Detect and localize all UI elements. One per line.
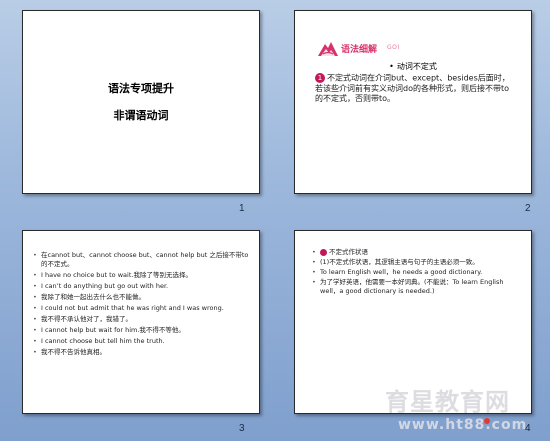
slide-thumbnail-2[interactable]: 语法细解 GOI • 动词不定式 1 不定式动词在介词but、except、besi… [294, 10, 532, 194]
watermark-dot-icon [484, 418, 490, 424]
section-logo: 语法细解 GOI [317, 39, 427, 61]
list-item: I could not but admit that he was right … [31, 304, 253, 313]
slide-2-subtitle-text: 动词不定式 [396, 62, 437, 71]
list-item: I have no choice but to wait.我除了等别无选择。 [31, 271, 253, 280]
list-item: 我不得不承认他对了，我错了。 [31, 315, 253, 324]
mountain-logo-icon [318, 42, 338, 56]
watermark-url: www.ht88.com [398, 417, 528, 433]
slide-4-bullet-list: 不定式作状语 (1)不定式作状语，其逻辑主语与句子的主语必须一致。 To lea… [311, 248, 521, 297]
bullet-icon: • [389, 62, 394, 71]
slide-1-title: 语法专项提升 [108, 82, 174, 95]
slide-3-bullet-list: 在cannot but、cannot choose but、cannot hel… [31, 251, 253, 359]
list-item: I can’t do anything but go out with her. [31, 282, 253, 291]
list-item: 为了学好英语，他需要一本好词典。(不能说：To learn English we… [311, 278, 521, 296]
slide-thumbnail-1[interactable]: 语法专项提升 非谓语动词 [22, 10, 260, 194]
slide-number-3: 3 [239, 423, 245, 434]
list-item: I cannot help but wait for him.我不得不等他。 [31, 326, 253, 335]
slide-number-1: 1 [239, 203, 245, 214]
list-item: 我除了和她一起出去什么也不能做。 [31, 293, 253, 302]
section-logo-text: 语法细解 [341, 45, 378, 55]
slide-1-subtitle: 非谓语动词 [113, 109, 169, 122]
list-item: I cannot choose but tell him the truth. [31, 337, 253, 346]
slide-2-body-text: 不定式动词在介词but、except、besides后面时，若该些介词前有实义动… [315, 73, 510, 103]
list-item: 在cannot but、cannot choose but、cannot hel… [31, 251, 253, 269]
list-item: 我不得不告诉他真相。 [31, 348, 253, 357]
numbered-pin-icon: 1 [315, 73, 325, 83]
list-item: 不定式作状语 [311, 248, 521, 257]
slide-2-body: 1 不定式动词在介词but、except、besides后面时，若该些介词前有实义… [315, 73, 515, 104]
slide-number-2: 2 [525, 203, 531, 214]
slide-2-subtitle: • 动词不定式 [295, 61, 531, 72]
list-item: (1)不定式作状语，其逻辑主语与句子的主语必须一致。 [311, 258, 521, 267]
slide-thumbnail-3[interactable]: 在cannot but、cannot choose but、cannot hel… [22, 230, 260, 414]
list-item: To learn English well，he needs a good di… [311, 268, 521, 277]
numbered-pin-icon [320, 248, 327, 256]
section-logo-suffix: GOI [387, 44, 400, 51]
list-item-text: 不定式作状语 [329, 248, 368, 256]
watermark-brand: 育星教育网 [385, 388, 510, 416]
